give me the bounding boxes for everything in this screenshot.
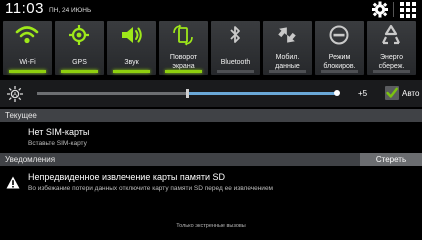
wifi-icon [15, 26, 39, 44]
rotate-icon [173, 24, 193, 46]
quick-settings-panel: Wi-Fi GPS Звук Поворот экрана Bluetooth … [0, 19, 422, 77]
clock: 11:03 [5, 0, 44, 17]
bluetooth-toggle[interactable]: Bluetooth [211, 21, 260, 75]
block-mode-icon [329, 25, 349, 45]
wifi-label: Wi-Fi [19, 59, 36, 66]
ongoing-section-title: Текущее [5, 111, 37, 120]
no-sim-notification[interactable]: Нет SIM-карты Вставьте SIM-карту [0, 122, 422, 153]
mobile-data-indicator [269, 70, 306, 73]
divider [393, 2, 394, 17]
bluetooth-icon [230, 26, 240, 43]
wifi-toggle[interactable]: Wi-Fi [3, 21, 52, 75]
brightness-value: +5 [358, 89, 368, 98]
brightness-slider-end [334, 90, 340, 96]
rotation-indicator [165, 70, 202, 73]
bluetooth-label: Bluetooth [220, 59, 251, 66]
gear-icon [372, 1, 388, 18]
mobile-data-toggle[interactable]: Мобил. данные [263, 21, 312, 75]
brightness-slider-fill [187, 92, 337, 95]
rotation-toggle[interactable]: Поворот экрана [159, 21, 208, 75]
date: ПН, 24 ИЮНЬ [49, 7, 92, 14]
power-saving-indicator [373, 70, 410, 73]
checkmark-icon [386, 87, 398, 98]
block-mode-toggle[interactable]: Режим блокиров. [315, 21, 364, 75]
block-mode-indicator [321, 70, 358, 73]
notifications-section-title: Уведомления [5, 155, 56, 164]
rotation-label: Поворот экрана [169, 54, 198, 70]
gps-toggle[interactable]: GPS [55, 21, 104, 75]
notification-title: Нет SIM-карты [28, 127, 90, 137]
brightness-slider-handle[interactable] [186, 89, 189, 98]
power-saving-icon [382, 24, 400, 45]
gps-label: GPS [72, 59, 87, 66]
auto-brightness-label: Авто [402, 89, 420, 98]
sound-toggle[interactable]: Звук [107, 21, 156, 75]
power-saving-toggle[interactable]: Энерго сбереж. [367, 21, 416, 75]
sound-label: Звук [124, 59, 139, 66]
mobile-data-label: Мобил. данные [275, 54, 300, 70]
svg-text:A: A [13, 92, 17, 98]
notifications-section-header: Уведомления [0, 153, 422, 166]
sd-card-notification[interactable]: Непредвиденное извлечение карты памяти S… [0, 166, 422, 220]
quick-settings-grid-button[interactable] [400, 2, 416, 18]
gps-indicator [61, 70, 98, 73]
wifi-indicator [9, 70, 46, 73]
status-bar: 11:03 ПН, 24 ИЮНЬ [0, 0, 422, 19]
warning-icon [6, 176, 20, 189]
notification-subtitle: Вставьте SIM-карту [28, 140, 87, 147]
notification-subtitle: Во избежание потери данных отключите кар… [28, 185, 274, 192]
auto-brightness-checkbox[interactable] [385, 86, 399, 100]
settings-button[interactable] [371, 1, 389, 18]
sound-indicator [113, 70, 150, 73]
gps-icon [69, 25, 89, 45]
block-mode-label: Режим блокиров. [323, 54, 356, 70]
power-saving-label: Энерго сбереж. [378, 54, 405, 70]
notification-title: Непредвиденное извлечение карты памяти S… [28, 172, 225, 182]
grid-icon [400, 2, 416, 18]
carrier-label: Только экстренные вызовы [176, 223, 246, 229]
mobile-data-icon [278, 27, 296, 43]
auto-brightness-icon: A [7, 86, 23, 102]
sound-icon [122, 27, 142, 43]
ongoing-section-header: Текущее [0, 109, 422, 122]
clear-button[interactable]: Стереть [360, 153, 422, 166]
bluetooth-indicator [217, 70, 254, 73]
